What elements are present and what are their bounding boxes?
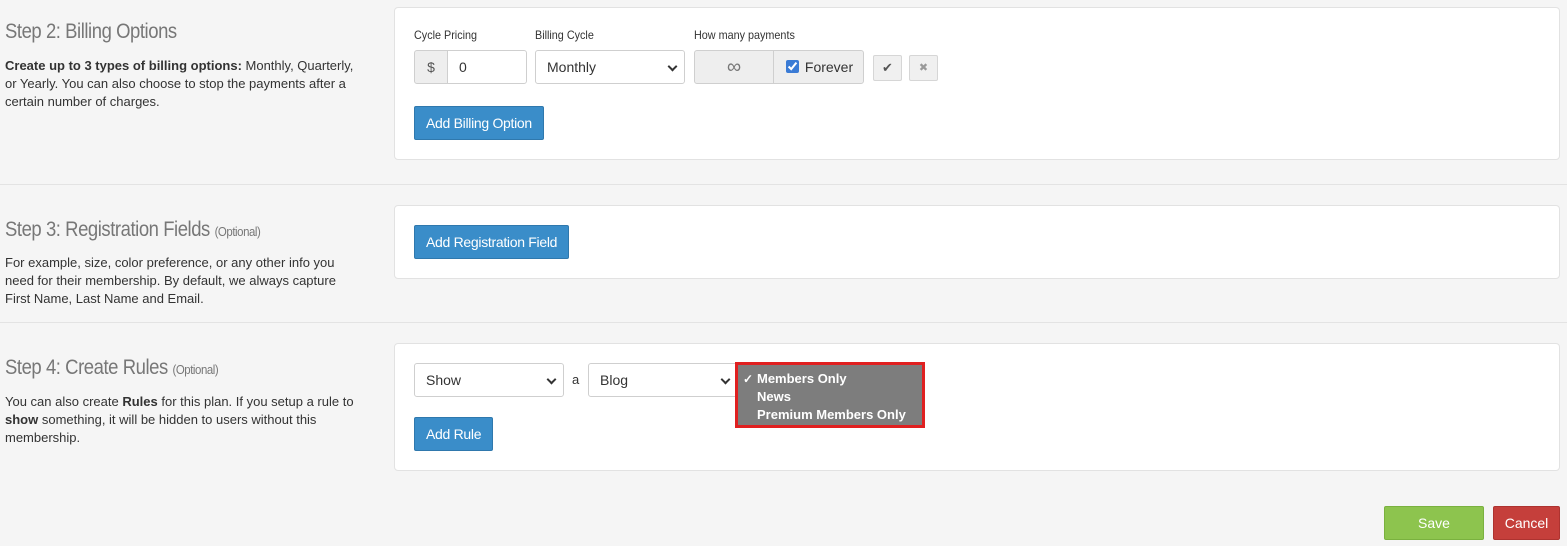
- how-many-payments-label: How many payments: [694, 28, 795, 42]
- forever-checkbox[interactable]: [786, 60, 799, 73]
- chevron-down-icon: [720, 374, 731, 385]
- dropdown-option-premium-members-only[interactable]: Premium Members Only: [738, 406, 922, 424]
- step4-title: Step 4: Create Rules (Optional): [5, 356, 219, 379]
- add-billing-option-button[interactable]: Add Billing Option: [414, 106, 544, 140]
- remove-billing-button[interactable]: ✖: [909, 55, 938, 81]
- close-icon: ✖: [918, 62, 929, 74]
- dropdown-option-news[interactable]: News: [738, 388, 922, 406]
- billing-cycle-label: Billing Cycle: [535, 28, 594, 42]
- create-rules-panel: [394, 343, 1560, 471]
- rule-type-value: Blog: [600, 372, 629, 388]
- billing-cycle-select[interactable]: Monthly: [535, 50, 685, 84]
- add-rule-button[interactable]: Add Rule: [414, 417, 494, 451]
- confirm-billing-button[interactable]: ✔: [873, 55, 902, 81]
- check-icon: ✓: [743, 372, 754, 386]
- step3-description: For example, size, color preference, or …: [5, 255, 336, 306]
- add-registration-field-button[interactable]: Add Registration Field: [414, 225, 570, 259]
- step2-description: Create up to 3 types of billing options:…: [5, 58, 354, 109]
- step4-description: You can also create Rules for this plan.…: [5, 394, 354, 445]
- rule-connector-text: a: [572, 372, 580, 387]
- save-button[interactable]: Save: [1384, 506, 1484, 540]
- infinity-icon: ∞: [694, 50, 774, 84]
- rule-action-value: Show: [426, 372, 462, 388]
- chevron-down-icon: [546, 374, 557, 385]
- billing-cycle-value: Monthly: [547, 59, 597, 75]
- forever-toggle[interactable]: Forever: [773, 50, 864, 84]
- rule-target-dropdown[interactable]: ✓ Members Only News Premium Members Only: [735, 362, 925, 428]
- cycle-pricing-label: Cycle Pricing: [414, 28, 478, 42]
- cycle-price-input[interactable]: [447, 50, 527, 84]
- step2-title: Step 2: Billing Options: [5, 20, 177, 43]
- currency-addon: $: [414, 50, 448, 84]
- step3-optional: (Optional): [214, 224, 261, 239]
- check-icon: ✔: [882, 60, 893, 75]
- rule-type-select[interactable]: Blog: [588, 363, 738, 397]
- dropdown-option-members-only[interactable]: ✓ Members Only: [738, 370, 922, 388]
- rule-action-select[interactable]: Show: [414, 363, 564, 397]
- chevron-down-icon: [667, 61, 678, 72]
- cancel-button[interactable]: Cancel: [1493, 506, 1560, 540]
- forever-label: Forever: [804, 59, 854, 75]
- section-divider: [0, 322, 1567, 323]
- step3-title: Step 3: Registration Fields (Optional): [5, 218, 261, 241]
- step4-optional: (Optional): [172, 362, 219, 377]
- section-divider: [0, 184, 1567, 185]
